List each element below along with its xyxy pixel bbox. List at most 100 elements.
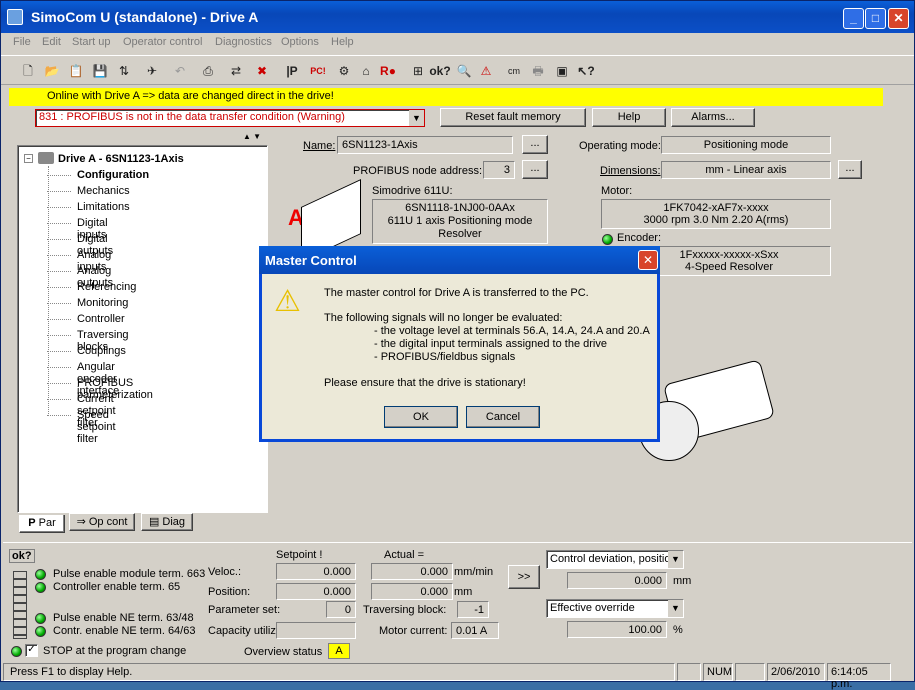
ok-query-icon[interactable]: ok?: [429, 60, 451, 82]
tree-scroll-arrows[interactable]: ▲ ▼: [243, 132, 269, 142]
minimize-button[interactable]: _: [843, 8, 864, 29]
veloc-unit: mm/min: [454, 566, 494, 578]
close-button[interactable]: ✕: [888, 8, 909, 29]
toolbar: 🗋 📂 📋 💾 ⇅ ✈ ↶ ⎙ ⇄ ✖ |P PC! ⚙ ⌂ R● ⊞ ok? …: [1, 55, 914, 85]
monitor-icon[interactable]: ▣: [551, 60, 573, 82]
ok-button[interactable]: OK: [384, 406, 458, 428]
tree-item-controller[interactable]: Controller: [77, 313, 125, 325]
print-icon[interactable]: ⎙: [197, 60, 219, 82]
menu-edit[interactable]: Edit: [42, 36, 61, 48]
context-help-icon[interactable]: ↖?: [575, 60, 597, 82]
name-browse-button[interactable]: ...: [522, 135, 548, 154]
chevron-down-icon[interactable]: ▼: [668, 551, 683, 568]
tree-item-speed-setpoint-filter[interactable]: Speed setpoint filter: [77, 409, 116, 445]
paste-icon[interactable]: 📋: [65, 60, 87, 82]
dialog-close-button[interactable]: ✕: [638, 250, 658, 270]
connect-icon[interactable]: ✈: [141, 60, 163, 82]
reset-fault-button[interactable]: Reset fault memory: [440, 108, 586, 127]
axis-icon[interactable]: ⊞: [407, 60, 429, 82]
reset-icon[interactable]: R●: [377, 60, 399, 82]
tab-diag[interactable]: ▤ Diag: [141, 513, 193, 531]
help-button[interactable]: Help: [592, 108, 666, 127]
name-label: Name:: [303, 140, 336, 152]
position-setpoint: 0.000: [276, 583, 356, 600]
collapse-icon[interactable]: −: [24, 154, 33, 163]
dialog-title[interactable]: Master Control: [259, 246, 660, 274]
menu-diagnostics[interactable]: Diagnostics: [215, 36, 272, 48]
undo-icon[interactable]: ↶: [169, 60, 191, 82]
new-icon[interactable]: 🗋: [17, 60, 39, 82]
name-field[interactable]: 6SN1123-1Axis: [337, 136, 513, 154]
open-icon[interactable]: 📂: [41, 60, 63, 82]
download-icon[interactable]: ⇅: [113, 60, 135, 82]
dimensions-browse-button[interactable]: ...: [838, 160, 862, 179]
tree-connector: [47, 287, 71, 288]
alarms-button[interactable]: Alarms...: [671, 108, 755, 127]
menu-operator-control[interactable]: Operator control: [123, 36, 202, 48]
expand-button[interactable]: >>: [508, 565, 540, 589]
compare-icon[interactable]: cm: [503, 60, 525, 82]
menu-options[interactable]: Options: [281, 36, 319, 48]
simodrive-label: Simodrive 611U:: [372, 185, 453, 197]
menu-bar: File Edit Start up Operator control Diag…: [1, 33, 914, 53]
main-window: SimoCom U (standalone) - Drive A _ □ ✕ F…: [0, 0, 915, 690]
zoom-icon[interactable]: 🔍: [453, 60, 475, 82]
controller-enable-led: [35, 582, 46, 593]
tree-item-mechanics[interactable]: Mechanics: [77, 185, 130, 197]
terminal-strip-icon: [13, 571, 27, 639]
chevron-down-icon[interactable]: ▼: [409, 110, 424, 126]
tree-root[interactable]: Drive A - 6SN1123-1Axis: [58, 153, 184, 165]
tab-par[interactable]: P Par: [19, 515, 65, 533]
motor-label: Motor:: [601, 185, 633, 197]
actual-label: Actual =: [384, 549, 425, 561]
node-field[interactable]: 3: [483, 161, 515, 179]
pc-control-icon[interactable]: PC!: [307, 60, 329, 82]
tree-connector: [47, 271, 71, 272]
monitor-value-2: 100.00: [567, 621, 667, 638]
monitor-unit-2: %: [673, 624, 683, 636]
tree-connector: [47, 351, 71, 352]
position-unit: mm: [454, 586, 473, 598]
tree-item-configuration[interactable]: Configuration: [77, 169, 149, 181]
monitor-select-2[interactable]: Effective override ▼: [546, 599, 684, 618]
tab-op-cont[interactable]: ⇒ Op cont: [69, 513, 135, 531]
chevron-down-icon[interactable]: ▼: [668, 600, 683, 617]
save-icon[interactable]: 💾: [89, 60, 111, 82]
stop-led: [11, 646, 22, 657]
dialog-line-2: The following signals will no longer be …: [324, 312, 563, 324]
stop-icon[interactable]: ✖: [251, 60, 273, 82]
stop-label: STOP at the program change: [43, 645, 187, 657]
printer-icon[interactable]: 🖶: [527, 60, 549, 82]
tree-item-limitations[interactable]: Limitations: [77, 201, 130, 213]
node-browse-button[interactable]: ...: [522, 160, 548, 179]
menu-start-up[interactable]: Start up: [72, 36, 111, 48]
contr-ne-led: [35, 626, 46, 637]
camera-icon[interactable]: ⌂: [355, 60, 377, 82]
monitor-unit-1: mm: [673, 575, 692, 587]
transfer-icon[interactable]: ⇄: [225, 60, 247, 82]
parameter-icon[interactable]: |P: [281, 60, 303, 82]
parameter-set-label: Parameter set:: [208, 604, 281, 616]
settings-icon[interactable]: ⚙: [333, 60, 355, 82]
tree-item-couplings[interactable]: Couplings: [77, 345, 126, 357]
cancel-button[interactable]: Cancel: [466, 406, 540, 428]
warning-icon[interactable]: ⚠: [475, 60, 497, 82]
menu-help[interactable]: Help: [331, 36, 354, 48]
app-icon: [7, 9, 23, 25]
ok-query-button[interactable]: ok?: [9, 549, 35, 563]
maximize-button[interactable]: □: [865, 8, 886, 29]
tree-panel: − Drive A - 6SN1123-1Axis: [17, 145, 268, 513]
overview-status-label: Overview status: [244, 646, 323, 658]
title-bar[interactable]: SimoCom U (standalone) - Drive A _ □ ✕: [1, 1, 914, 33]
stop-checkbox[interactable]: ✓: [25, 644, 38, 657]
pulse-enable-module-label: Pulse enable module term. 663: [53, 568, 206, 580]
encoder-label: Encoder:: [617, 232, 662, 244]
monitor-select-1[interactable]: Control deviation, positio ▼: [546, 550, 684, 569]
bottom-divider: [3, 542, 912, 543]
tree-item-monitoring[interactable]: Monitoring: [77, 297, 128, 309]
tree-connector: [47, 239, 71, 240]
fault-select[interactable]: 831 : PROFIBUS is not in the data transf…: [35, 109, 425, 127]
menu-file[interactable]: File: [13, 36, 31, 48]
tree-item-referencing[interactable]: Referencing: [77, 281, 136, 293]
status-blank-1: [677, 663, 701, 681]
